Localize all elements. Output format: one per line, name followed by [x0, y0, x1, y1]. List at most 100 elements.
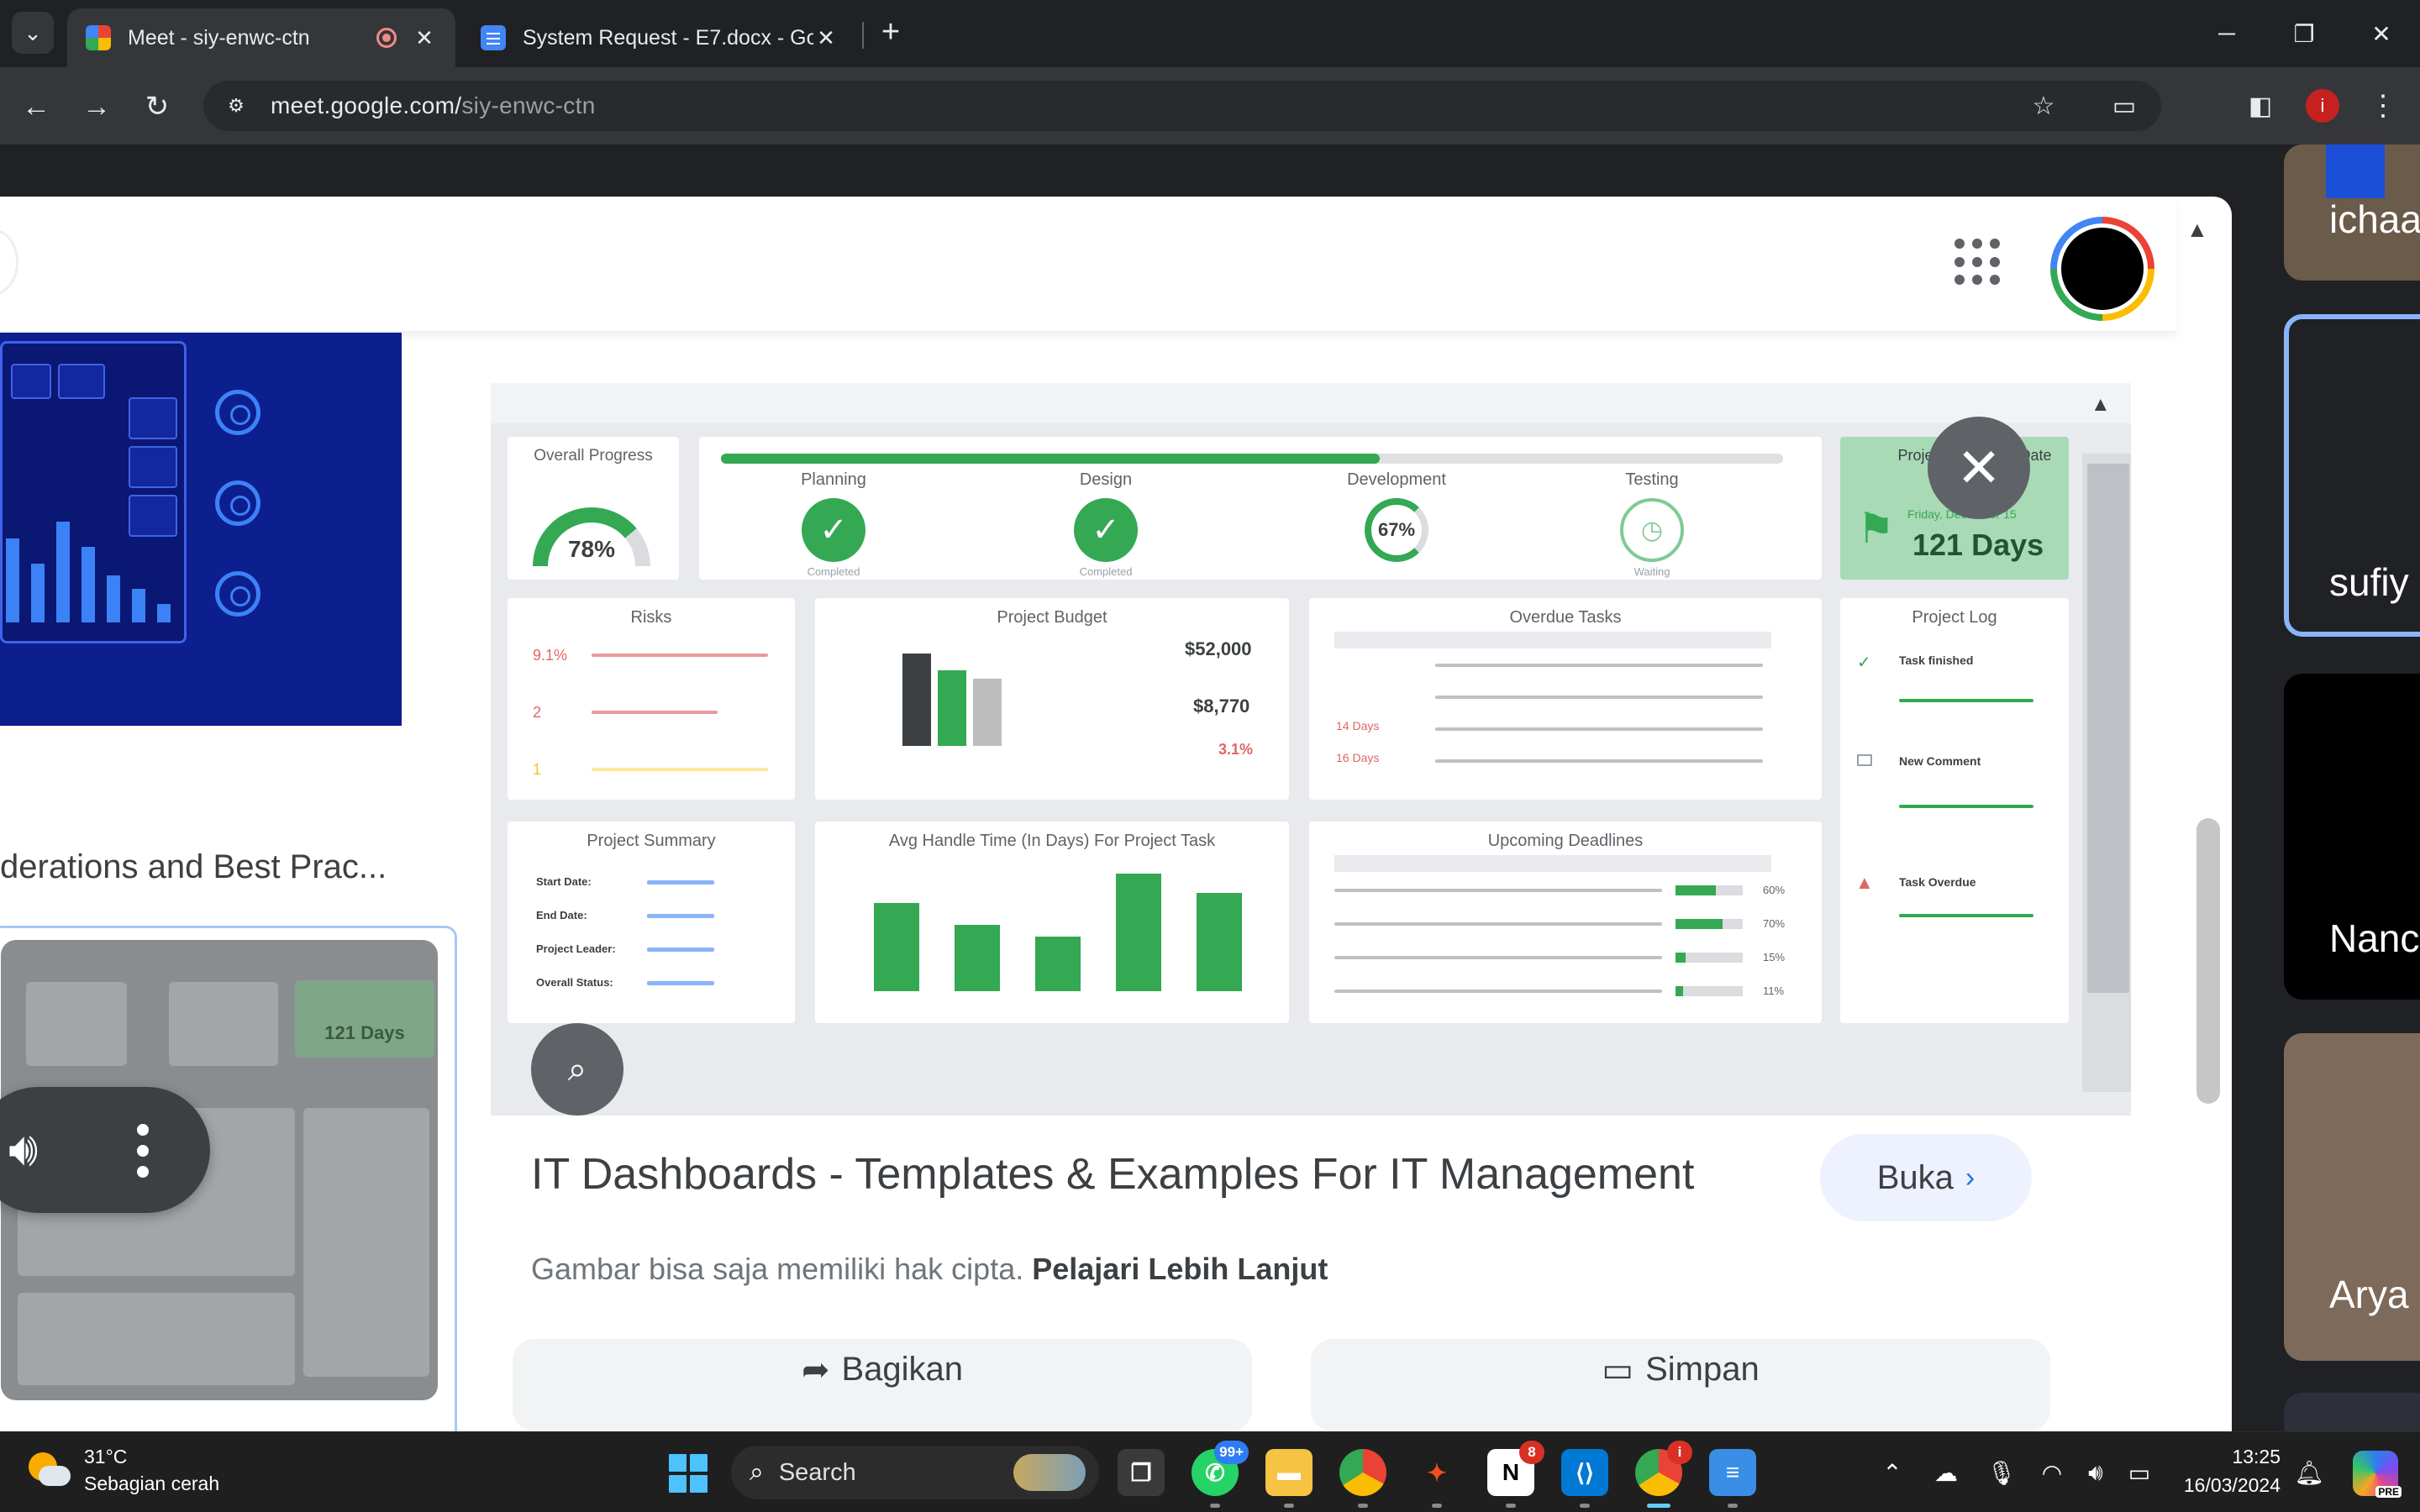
overall-progress-value: 78% [567, 536, 616, 562]
profile-avatar[interactable]: i [2306, 89, 2339, 123]
check-icon: ✓ [1857, 654, 1871, 672]
microphone-icon[interactable]: 🎙︎ [1985, 1456, 2018, 1489]
file-explorer-icon[interactable]: ▬ [1265, 1449, 1313, 1508]
notification-bell-icon[interactable]: 🔔︎ [2292, 1456, 2326, 1489]
share-button[interactable]: ➦ Bagikan [513, 1339, 1252, 1431]
shared-screen: ▲ derations and Best Prac... 121 Days Ov… [0, 197, 2232, 1431]
taskbar-search[interactable]: ⌕ Search [731, 1446, 1099, 1499]
development-progress-ring: 67% [1365, 498, 1428, 562]
handle-time-chart [857, 855, 1252, 1023]
volume-icon[interactable]: 🔊︎ [8, 1126, 38, 1173]
project-summary-card: Project Summary Start Date: End Date: Pr… [508, 822, 795, 1023]
search-highlight-icon [1013, 1454, 1086, 1491]
meet-stage: ▲ derations and Best Prac... 121 Days Ov… [0, 144, 2420, 1443]
phase-development: Development 67% [1304, 470, 1489, 562]
thumbnail-launch-box: 121 Days [295, 980, 434, 1058]
task-view-icon[interactable]: ❐ [1118, 1449, 1165, 1496]
participant-tile-speaking[interactable]: sufiy [2284, 314, 2420, 637]
open-button[interactable]: Buka › [1820, 1134, 2032, 1221]
new-tab-button[interactable]: + [872, 13, 909, 50]
weather-temperature[interactable]: 31°C [84, 1446, 127, 1468]
browser-toolbar: ← → ↻ ⚙ meet.google.com/siy-enwc-ctn ▭ ☆… [0, 67, 2420, 144]
check-icon: ✓ [1074, 498, 1138, 562]
preview-title[interactable]: IT Dashboards - Templates & Examples For… [531, 1149, 1694, 1200]
log-entry: New Comment [1899, 754, 1981, 768]
clock-icon: ◷ [1620, 498, 1684, 562]
participant-tile[interactable]: Nanc [2284, 674, 2420, 1000]
phase-testing: Testing ◷ Waiting [1560, 470, 1744, 578]
back-button[interactable]: ← [15, 86, 57, 128]
preview-scrollbar-thumb[interactable] [2087, 464, 2129, 993]
log-entry: Task Overdue [1899, 875, 1976, 889]
forward-button[interactable]: → [76, 86, 118, 128]
workload-bar [1676, 885, 1743, 895]
participant-background [2326, 144, 2385, 198]
notepad-icon[interactable]: ≡ [1709, 1449, 1756, 1508]
left-result-title[interactable]: derations and Best Prac... [0, 848, 387, 886]
weather-icon[interactable] [29, 1451, 71, 1493]
close-preview-button[interactable]: ✕ [1928, 417, 2030, 519]
chevron-up-icon[interactable]: ⌃ [1876, 1456, 1909, 1489]
tab-docs[interactable]: System Request - E7.docx - Goo ✕ [462, 8, 857, 67]
phase-design: Design ✓ Completed [1013, 470, 1198, 578]
system-clock[interactable]: 13:25 16/03/2024 [2171, 1442, 2281, 1499]
overall-progress-card: Overall Progress 78% [508, 437, 679, 580]
google-lens-button[interactable]: ⌕ [531, 1023, 623, 1116]
onedrive-cloud-icon[interactable]: ☁ [1929, 1456, 1963, 1489]
reload-button[interactable]: ↻ [136, 86, 178, 128]
save-button[interactable]: ▭ Simpan [1311, 1339, 2050, 1431]
chrome-menu-icon[interactable]: ⋮ [2366, 87, 2400, 124]
battery-icon[interactable]: ▭ [2123, 1456, 2156, 1489]
phase-tracker-card: Planning ✓ Completed Design ✓ Completed … [699, 437, 1822, 580]
wifi-icon[interactable]: ◠ [2035, 1456, 2069, 1489]
more-options-icon[interactable] [134, 1124, 151, 1178]
notion-icon[interactable]: N8 [1487, 1441, 1544, 1508]
page-scrollbar[interactable] [2196, 818, 2220, 1104]
google-account-avatar[interactable] [2050, 217, 2154, 321]
weather-description[interactable]: Sebagian cerah [84, 1473, 219, 1495]
risk-value: 2 [533, 704, 542, 721]
summary-key: Project Leader: [536, 942, 616, 955]
copyright-text: Gambar bisa saja memiliki hak cipta. [531, 1252, 1024, 1286]
participant-tile[interactable]: Arya [2284, 1033, 2420, 1361]
figma-icon[interactable]: ✦ [1413, 1449, 1460, 1508]
windows-start-icon[interactable] [669, 1454, 708, 1493]
result-thumbnail-dark[interactable] [0, 333, 402, 726]
overdue-tasks-card: Overdue Tasks 14 Days 16 Days [1309, 598, 1822, 800]
participant-tile[interactable]: ichaa [2284, 144, 2420, 281]
handle-time-bar [1197, 893, 1242, 991]
bookmark-icon: ▭ [1602, 1352, 1634, 1389]
address-bar[interactable]: ⚙ meet.google.com/siy-enwc-ctn ▭ ☆ [203, 81, 2161, 131]
preview-image[interactable]: Overall Progress 78% Planning ✓ Complete… [491, 383, 2131, 1116]
camera-in-use-icon[interactable]: ▭ [2107, 92, 2141, 120]
learn-more-link[interactable]: Pelajari Lebih Lanjut [1032, 1252, 1328, 1286]
tab-meet-close-icon[interactable]: ✕ [412, 25, 437, 51]
page-scroll-up-icon[interactable]: ▲ [2186, 217, 2208, 243]
upcoming-deadlines-card: Upcoming Deadlines 60% 70% 15% 11% [1309, 822, 1822, 1023]
chrome-badge: i [1667, 1441, 1692, 1464]
preview-scroll-up-icon[interactable]: ▲ [2091, 393, 2111, 417]
speaker-icon[interactable]: 🔊︎ [2079, 1456, 2112, 1489]
deadline-row [1334, 956, 1662, 959]
chrome-profile-icon[interactable] [1339, 1449, 1386, 1508]
overall-progress-label: Overall Progress [534, 447, 653, 465]
url-text: meet.google.com/siy-enwc-ctn [271, 92, 596, 118]
tab-meet[interactable]: Meet - siy-enwc-ctn ✕ [67, 8, 455, 67]
close-window-button[interactable]: ✕ [2356, 10, 2407, 57]
vscode-icon[interactable]: ⟨⟩ [1561, 1449, 1608, 1508]
bookmark-star-icon[interactable]: ☆ [2027, 92, 2060, 120]
workload-fill [1676, 953, 1686, 963]
chrome-icon[interactable]: i [1635, 1441, 1692, 1508]
tab-docs-close-icon[interactable]: ✕ [813, 25, 839, 51]
phase-planning: Planning ✓ Completed [801, 470, 866, 578]
windows-taskbar: 31°C Sebagian cerah ⌕ Search ❐ ✆ 99+ ▬ ✦ … [0, 1431, 2420, 1512]
project-log-title: Project Log [1912, 608, 1997, 627]
restore-button[interactable]: ❐ [2279, 10, 2329, 57]
site-info-icon[interactable]: ⚙ [222, 92, 250, 120]
copilot-icon[interactable]: PRE [2353, 1451, 2402, 1498]
tab-search-button[interactable]: ⌄ [12, 12, 54, 54]
side-panel-icon[interactable]: ◧ [2244, 89, 2277, 123]
google-apps-icon[interactable] [1954, 239, 2002, 286]
whatsapp-icon[interactable]: ✆ 99+ [1192, 1441, 1249, 1508]
minimize-button[interactable]: ─ [2202, 10, 2252, 57]
